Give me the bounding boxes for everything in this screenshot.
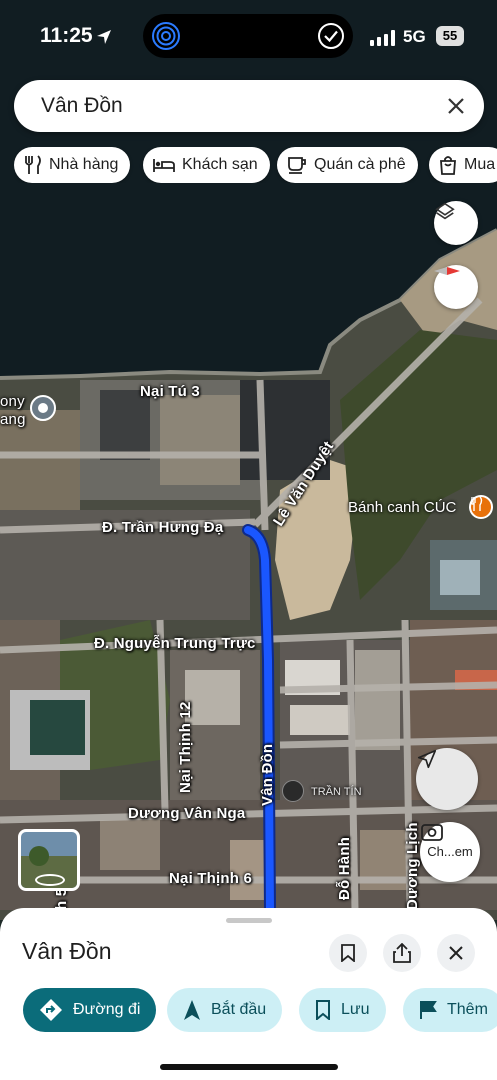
- start-label: Bắt đầu: [211, 1001, 267, 1018]
- place-label-partial-1: ony: [0, 393, 25, 410]
- compass-icon: [434, 267, 460, 275]
- search-query[interactable]: Vân Đồn: [41, 94, 123, 118]
- network-type: 5G: [403, 27, 426, 46]
- battery-indicator: 55: [436, 26, 464, 46]
- place-title: Vân Đồn: [22, 938, 112, 964]
- road-label-tran-hung-dao: Đ. Trần Hưng Đạ: [102, 519, 224, 536]
- road-label-nai-thinh-6: Nại Thịnh 6: [169, 870, 253, 887]
- tran-tin-logo-icon[interactable]: [282, 780, 304, 802]
- map-layers-button[interactable]: [434, 201, 478, 245]
- status-time: 11:25: [40, 24, 93, 47]
- chip-label: Mua: [464, 156, 496, 173]
- save-button[interactable]: Lưu: [299, 988, 386, 1032]
- camera-button-label: Ch...em: [427, 844, 473, 859]
- chip-hotels[interactable]: Khách sạn: [143, 147, 270, 183]
- chip-label: Khách sạn: [182, 156, 258, 173]
- road-label-nai-thinh-12: Nại Thịnh 12: [177, 701, 194, 793]
- clear-search-icon[interactable]: [446, 96, 466, 116]
- road-label-do-hanh: Đỗ Hành: [336, 836, 353, 900]
- camera-icon: [421, 824, 443, 841]
- start-navigation-button[interactable]: Bắt đầu: [167, 988, 283, 1032]
- layers-icon: [435, 202, 455, 220]
- checkmark-circle-icon: [318, 23, 344, 49]
- chip-label: Quán cà phê: [314, 156, 406, 173]
- status-bar: 11:25 5G 55: [0, 0, 497, 72]
- satellite-map[interactable]: Nại Tú 3 Lê Văn Duyệt Đ. Trần Hưng Đạ Đ.…: [0, 0, 497, 920]
- share-icon: [393, 943, 411, 963]
- chip-shopping[interactable]: Mua: [429, 147, 497, 183]
- poi-label-banh-canh[interactable]: Bánh canh CÚC: [348, 499, 456, 516]
- save-place-button[interactable]: [329, 934, 367, 972]
- chip-label: Nhà hàng: [49, 156, 119, 173]
- cellular-signal-icon: [370, 30, 395, 46]
- place-bottom-sheet[interactable]: Vân Đồn Đường đi Bắt đầu Lưu Thêm: [0, 908, 497, 1080]
- bookmark-icon: [341, 944, 355, 962]
- search-bar[interactable]: Vân Đồn: [14, 80, 484, 132]
- road-label-partial-3: h 5: [53, 887, 70, 910]
- restaurant-pin-icon[interactable]: [469, 495, 493, 519]
- poi-label-tran-tin[interactable]: TRẦN TÍN: [311, 786, 362, 798]
- road-label-nguyen-trung-truc: Đ. Nguyễn Trung Trực: [94, 635, 256, 652]
- category-chips: Nhà hàng Khách sạn Quán cà phê Mua: [14, 147, 497, 183]
- close-icon: [449, 946, 463, 960]
- sheet-drag-handle[interactable]: [226, 918, 272, 923]
- add-label: Thêm: [447, 1001, 488, 1018]
- airdrop-icon: [152, 22, 180, 50]
- chip-cafes[interactable]: Quán cà phê: [277, 147, 418, 183]
- location-services-icon: [97, 30, 111, 44]
- road-label-nai-tu-3: Nại Tú 3: [140, 383, 200, 400]
- place-label-partial-2: ang: [0, 411, 26, 428]
- road-label-van-don: Vân Đồn: [259, 743, 276, 806]
- dynamic-island: [143, 14, 353, 58]
- place-pin-icon[interactable]: [30, 395, 56, 421]
- home-indicator: [160, 1064, 338, 1070]
- navigation-arrow-icon: [184, 1000, 200, 1020]
- location-arrow-icon: [417, 749, 437, 769]
- my-location-button[interactable]: [416, 748, 478, 810]
- camera-search-button[interactable]: Ch...em: [420, 822, 480, 882]
- bed-icon: [153, 159, 175, 172]
- directions-button[interactable]: Đường đi: [23, 988, 157, 1032]
- fork-knife-icon: [25, 155, 41, 174]
- road-label-duong-lich: Dương Lịch: [404, 822, 421, 910]
- share-button[interactable]: [383, 934, 421, 972]
- save-label: Lưu: [341, 1001, 370, 1018]
- flag-icon: [420, 1001, 437, 1019]
- street-view-thumbnail[interactable]: [18, 829, 80, 891]
- directions-label: Đường đi: [73, 1001, 141, 1018]
- chip-restaurants[interactable]: Nhà hàng: [14, 147, 131, 183]
- street-view-rotate-icon: [35, 874, 65, 886]
- add-button[interactable]: Thêm: [403, 988, 497, 1032]
- bookmark-icon: [316, 1000, 330, 1020]
- road-label-duong-van-nga: Dương Vân Nga: [128, 805, 246, 822]
- shopping-bag-icon: [440, 156, 456, 175]
- close-sheet-button[interactable]: [437, 934, 475, 972]
- coffee-cup-icon: [288, 157, 306, 174]
- compass-button[interactable]: [434, 265, 478, 309]
- directions-icon: [40, 999, 62, 1021]
